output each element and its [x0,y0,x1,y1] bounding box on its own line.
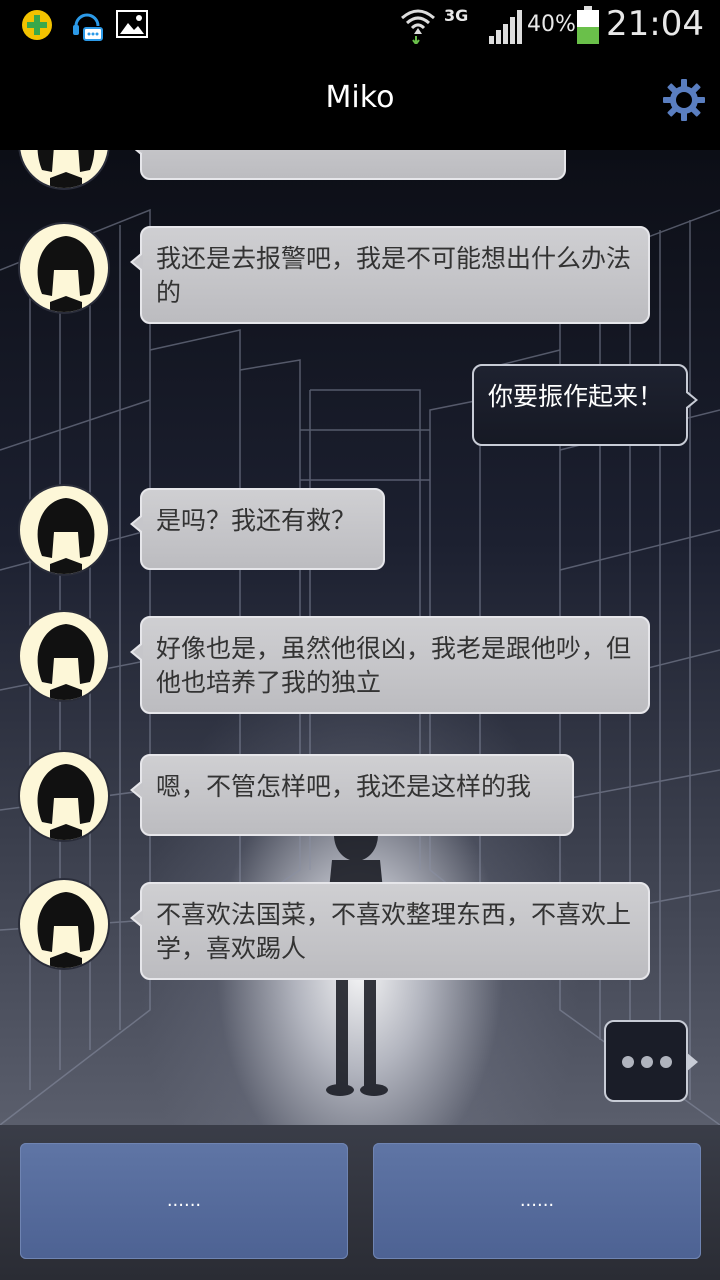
typing-dot [622,1056,634,1068]
network-type: 3G [444,6,469,25]
message-bubble: 好像也是，虽然他很凶，我老是跟他吵，但他也培养了我的独立 [130,616,650,714]
avatar [18,878,110,970]
clock: 21:04 [606,4,704,44]
headset-chat-icon [73,13,103,41]
battery-percent: 40% [527,12,576,37]
typing-dot [641,1056,653,1068]
message-bubble: 嗯，不管怎样吧，我还是这样的我 [130,754,574,836]
chat-title: Miko [325,80,395,115]
typing-indicator [604,1020,698,1102]
message-bubble: 我还是去报警吧，我是不可能想出什么办法的 [130,226,650,324]
avatar [18,750,110,842]
plus-app-icon [22,10,52,40]
gallery-icon [116,10,148,38]
message-bubble: 是吗？我还有救？ [130,488,385,570]
message-bubble: 不喜欢法国菜，不喜欢整理东西，不喜欢上学，喜欢踢人 [130,882,650,980]
signal-icon [489,10,522,44]
typing-dot [660,1056,672,1068]
wifi-icon [401,9,435,44]
gear-icon[interactable] [662,78,706,122]
message-bubble-self: 你要振作起来！ [472,364,698,446]
reply-choice-button-right[interactable]: ...... [373,1143,701,1259]
avatar [18,484,110,576]
avatar [18,222,110,314]
app-header: Miko [0,50,720,150]
avatar [18,610,110,702]
reply-choice-bar: ...... ...... [0,1125,720,1280]
reply-choice-button-left[interactable]: ...... [20,1143,348,1259]
status-bar: 3G 40% 21:04 [0,0,720,50]
avatar [18,150,110,190]
message-bubble-partial [130,150,566,180]
battery-icon [577,6,599,44]
chat-message-list[interactable]: 我还是去报警吧，我是不可能想出什么办法的 你要振作起来！ 是吗？我还有救？ 好像… [0,150,720,1125]
